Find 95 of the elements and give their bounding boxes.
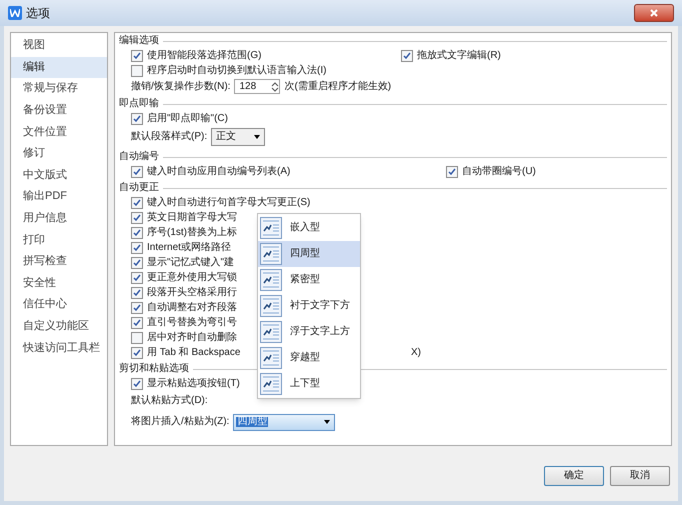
sidebar-item[interactable]: 安全性 — [11, 272, 107, 294]
checkbox[interactable] — [131, 166, 143, 178]
sidebar-item[interactable]: 备份设置 — [11, 100, 107, 122]
checkbox-label: Internet或网络路径 — [147, 242, 231, 252]
sidebar-item[interactable]: 打印 — [11, 229, 107, 251]
image-wrap-icon — [260, 321, 282, 343]
image-wrap-icon — [260, 373, 282, 395]
checkbox-label: 键入时自动进行句首字母大写更正(S) — [147, 198, 310, 208]
checkbox[interactable] — [131, 272, 143, 284]
sidebar-item[interactable]: 修订 — [11, 142, 107, 165]
sidebar-item[interactable]: 输出PDF — [11, 186, 107, 208]
menu-item[interactable]: 四周型 — [258, 241, 360, 267]
dialog-button[interactable]: 取消 — [610, 466, 670, 486]
checkbox[interactable] — [131, 196, 143, 208]
checkmark-icon — [133, 348, 141, 356]
sidebar-item[interactable]: 编辑 — [11, 56, 107, 78]
sidebar-item[interactable]: 常规与保存 — [11, 78, 107, 100]
checkbox[interactable] — [131, 316, 143, 328]
checkbox[interactable] — [131, 212, 143, 224]
sidebar-item[interactable]: 用户信息 — [11, 208, 107, 230]
image-wrap-icon — [260, 295, 282, 317]
wrap-dropdown[interactable]: 四周型 — [233, 414, 336, 430]
field-label: 默认段落样式(P): — [131, 132, 208, 142]
field-label: 将图片插入/粘贴为(Z): — [131, 417, 230, 427]
window-title: 选项 — [26, 7, 50, 19]
checkbox[interactable] — [131, 64, 143, 76]
checkbox-label: 拖放式文字编辑(R) — [417, 50, 501, 60]
checkbox[interactable] — [131, 302, 143, 314]
sidebar-item[interactable]: 拼写检查 — [11, 250, 107, 273]
field-label: 撤销/恢复操作步数(N): — [131, 82, 230, 92]
checkbox[interactable] — [131, 112, 143, 124]
checkbox-label: 自动调整右对齐段落 — [147, 302, 237, 312]
section-title: 剪切和粘贴选项 — [119, 364, 189, 374]
caret-icon — [254, 135, 260, 139]
sidebar-item[interactable]: 快速访问工具栏 — [11, 337, 107, 359]
checkmark-icon — [448, 168, 456, 176]
checkbox[interactable] — [401, 50, 413, 62]
app-logo-icon — [8, 6, 22, 20]
section-title: 自动更正 — [119, 183, 159, 193]
sidebar-item[interactable]: 信任中心 — [11, 294, 107, 316]
menu-item[interactable]: 紧密型 — [258, 267, 360, 293]
image-wrap-icon — [260, 269, 282, 291]
checkbox[interactable] — [131, 226, 143, 238]
section-title: 自动编号 — [119, 152, 159, 162]
field-label: 默认粘贴方式(D): — [131, 396, 208, 406]
checkbox-label: 英文日期首字母大写 — [147, 212, 237, 222]
checkbox-label: 用 Tab 和 Backspace — [147, 348, 240, 358]
sidebar-item[interactable]: 文件位置 — [11, 121, 107, 143]
checkbox-label: 更正意外使用大写锁 — [147, 272, 237, 282]
image-wrap-icon — [260, 243, 282, 265]
menu-item[interactable]: 浮于文字上方 — [258, 319, 360, 345]
sidebar-item[interactable]: 中文版式 — [11, 164, 107, 186]
section-title: 编辑选项 — [119, 36, 159, 46]
dialog-button[interactable]: 确定 — [544, 466, 604, 486]
number-spinner[interactable]: 128 — [234, 79, 280, 94]
close-icon — [650, 9, 658, 17]
checkbox[interactable] — [446, 166, 458, 178]
checkbox[interactable] — [131, 346, 143, 358]
checkbox-label: 程序启动时自动切换到默认语言输入法(I) — [147, 66, 326, 76]
checkmark-icon — [403, 52, 411, 60]
checkbox-label: 使用智能段落选择范围(G) — [147, 50, 262, 60]
checkbox-label: 序号(1st)替换为上标 — [147, 228, 237, 238]
checkmark-icon — [133, 52, 141, 60]
checkbox[interactable] — [131, 256, 143, 268]
close-button[interactable] — [634, 4, 674, 22]
checkbox[interactable] — [131, 50, 143, 62]
checkbox-label: 启用"即点即输"(C) — [147, 114, 228, 124]
sidebar-item[interactable]: 视图 — [11, 35, 107, 57]
checkbox[interactable] — [131, 286, 143, 298]
checkbox[interactable] — [131, 378, 143, 390]
sidebar-item[interactable]: 自定义功能区 — [11, 316, 107, 338]
checkbox[interactable] — [131, 332, 143, 344]
checkbox-label: 键入时自动应用自动编号列表(A) — [147, 166, 290, 176]
menu-item[interactable]: 嵌入型 — [258, 215, 360, 241]
image-wrap-icon — [260, 347, 282, 369]
checkbox-label: 居中对齐时自动删除 — [147, 332, 237, 342]
checkbox-label: 段落开头空格采用行 — [147, 288, 237, 298]
menu-item[interactable]: 上下型 — [258, 371, 360, 397]
section-title: 即点即输 — [119, 99, 159, 109]
checkbox-label: 显示"记忆式键入"建 — [147, 258, 234, 268]
checkmark-icon — [133, 168, 141, 176]
spinner-arrows-icon — [271, 80, 280, 92]
option-label: X) — [411, 348, 421, 358]
checkbox-label: 自动带圈编号(U) — [462, 166, 536, 176]
checkmark-icon — [133, 380, 141, 388]
checkbox-label: 直引号替换为弯引号 — [147, 318, 237, 328]
checkbox-label: 显示粘贴选项按钮(T) — [147, 378, 240, 388]
checkbox[interactable] — [131, 242, 143, 254]
checkmark-icon — [133, 114, 141, 122]
caret-icon — [324, 420, 330, 424]
note-text: 次(需重启程序才能生效) — [284, 82, 392, 92]
style-dropdown[interactable]: 正文 — [211, 128, 266, 146]
menu-item[interactable]: 衬于文字下方 — [258, 293, 360, 319]
image-wrap-icon — [260, 217, 282, 239]
menu-item[interactable]: 穿越型 — [258, 345, 360, 371]
